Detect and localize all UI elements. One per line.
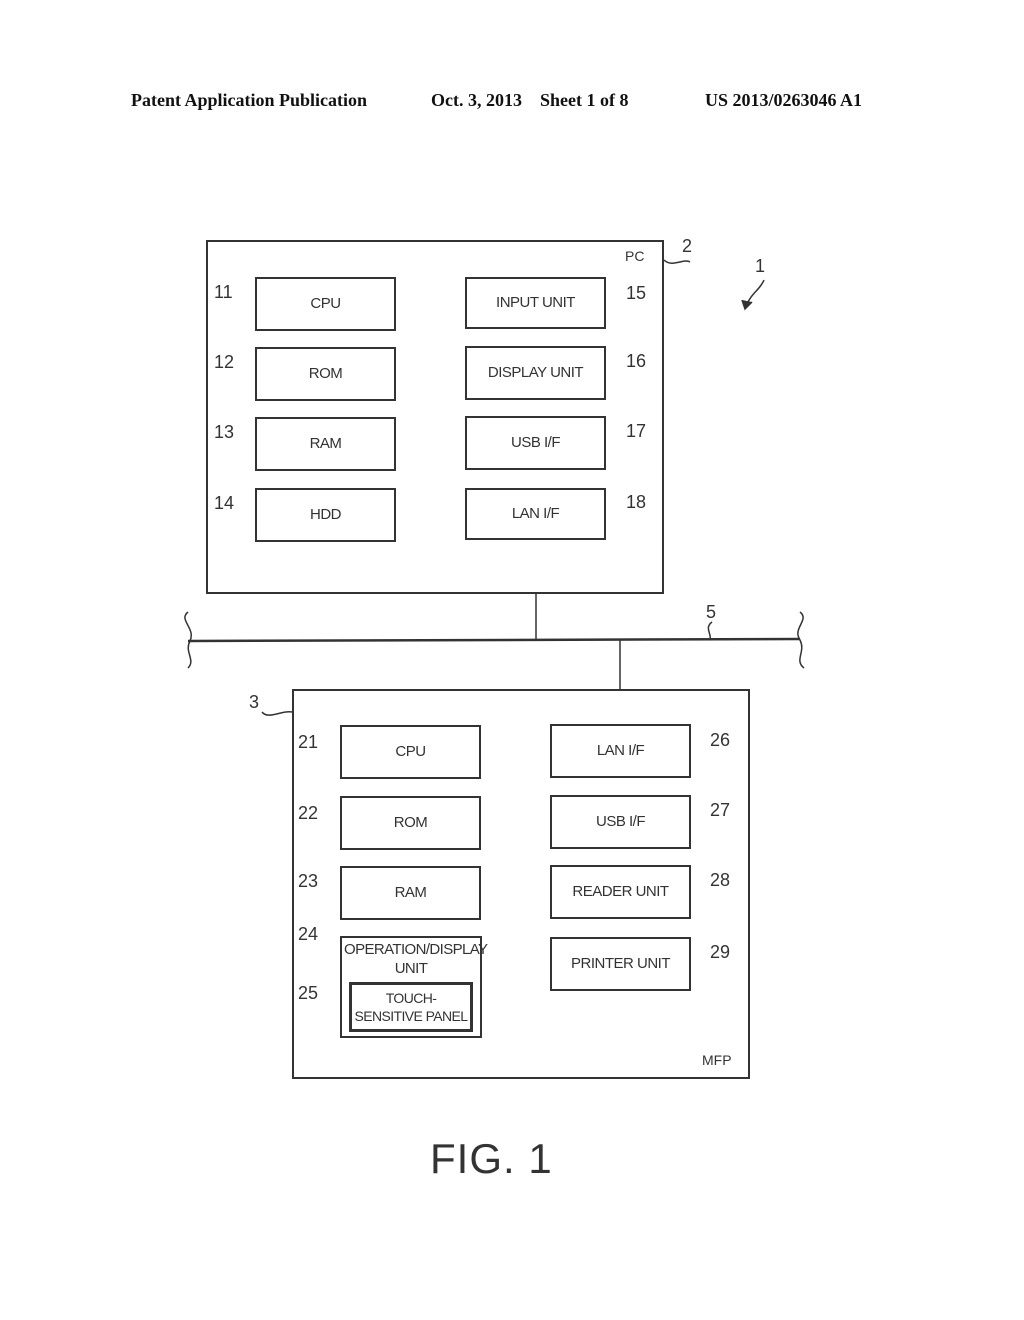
mfp-usb-if-ref: 27 [710, 800, 731, 820]
pc-hdd-ref: 14 [214, 493, 235, 513]
mfp-printer-unit-block: PRINTER UNIT [550, 937, 691, 991]
mfp-ram-ref: 23 [298, 871, 319, 891]
pc-ref-leader [663, 259, 691, 264]
pc-hdd-block: HDD [255, 488, 396, 542]
pc-display-unit-ref: 16 [626, 351, 647, 371]
mfp-rom-block: ROM [340, 796, 481, 850]
mfp-ram-block: RAM [340, 866, 481, 920]
mfp-reader-unit-block: READER UNIT [550, 865, 691, 919]
system-ref-number: 1 [755, 256, 766, 276]
figure-label: FIG. 1 [430, 1135, 553, 1182]
mfp-reader-unit-ref: 28 [710, 870, 731, 890]
pc-lan-if-block: LAN I/F [465, 488, 606, 540]
network-line [187, 637, 801, 643]
pc-input-unit-block: INPUT UNIT [465, 277, 606, 329]
pc-input-unit-ref: 15 [626, 283, 647, 303]
connector-lines [184, 259, 805, 1030]
pc-ref-number: 2 [682, 236, 693, 256]
mfp-rom-ref: 22 [298, 803, 319, 823]
mfp-usb-if-block: USB I/F [550, 795, 691, 849]
pc-display-unit-block: DISPLAY UNIT [465, 346, 606, 400]
pc-usb-if-ref: 17 [626, 421, 647, 441]
mfp-lan-if-block: LAN I/F [550, 724, 691, 778]
mfp-cpu-block: CPU [340, 725, 481, 779]
network-ref-leader [707, 621, 713, 641]
mfp-printer-unit-ref: 29 [710, 942, 731, 962]
pc-ram-ref: 13 [214, 422, 235, 442]
mfp-ref-number: 3 [249, 692, 260, 712]
mfp-operation-display-label: OPERATION/DISPLAY UNIT [344, 941, 488, 977]
mfp-operation-display-block: OPERATION/DISPLAY UNIT TOUCH-SENSITIVE P… [340, 936, 488, 1038]
mfp-label: MFP [702, 1052, 732, 1068]
pc-usb-if-block: USB I/F [465, 416, 606, 470]
mfp-lan-if-ref: 26 [710, 730, 731, 750]
mfp-operation-display-ref: 24 [298, 924, 319, 944]
pc-lan-if-ref: 18 [626, 492, 647, 512]
network-ref-number: 5 [706, 602, 717, 622]
mfp-touch-panel-ref: 25 [298, 983, 319, 1003]
pc-cpu-ref: 11 [214, 282, 233, 302]
mfp-cpu-ref: 21 [298, 732, 319, 752]
pc-rom-block: ROM [255, 347, 396, 401]
pc-cpu-block: CPU [255, 277, 396, 331]
mfp-ref-leader [261, 711, 293, 716]
pc-rom-ref: 12 [214, 352, 235, 372]
pc-label: PC [625, 248, 645, 264]
mfp-touch-panel-block: TOUCH-SENSITIVE PANEL [349, 982, 473, 1032]
pc-ram-block: RAM [255, 417, 396, 471]
